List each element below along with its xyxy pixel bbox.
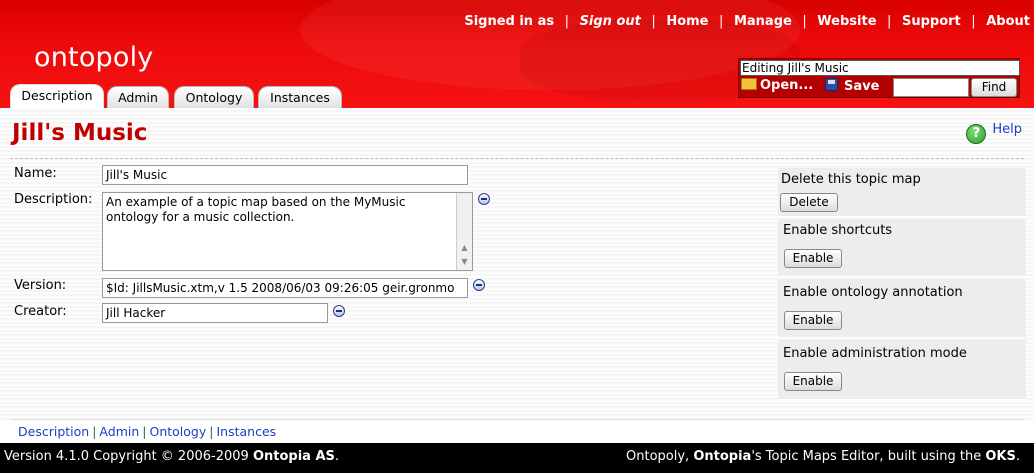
- footer-credits: Ontopoly, Ontopia's Topic Maps Editor, b…: [626, 449, 1020, 464]
- bottom-separator: |: [142, 424, 147, 439]
- remove-version-icon[interactable]: [473, 279, 485, 291]
- footer-end: .: [1015, 449, 1020, 464]
- footer-copyright: Version 4.1.0 Copyright © 2006-2009 Onto…: [4, 449, 339, 464]
- nav-separator: |: [802, 14, 807, 29]
- shortcuts-panel-title: Enable shortcuts: [783, 223, 893, 238]
- footer-period: .: [334, 449, 340, 464]
- save-disk-icon: [825, 78, 838, 91]
- creator-label: Creator:: [14, 304, 67, 319]
- editing-box: Editing Jill's Music Open... Save Find: [738, 58, 1020, 98]
- scroll-down-icon[interactable]: ▼: [457, 255, 472, 269]
- nav-separator: |: [719, 14, 724, 29]
- bottom-link-admin[interactable]: Admin: [99, 424, 139, 439]
- name-label: Name:: [14, 166, 57, 181]
- support-link[interactable]: Support: [902, 14, 961, 29]
- footer-mid-text: 's Topic Maps Editor, built using the: [751, 449, 986, 464]
- nav-separator: |: [564, 14, 570, 29]
- bottom-link-ontology[interactable]: Ontology: [149, 424, 206, 439]
- website-link[interactable]: Website: [817, 14, 876, 29]
- save-button[interactable]: Save: [825, 78, 879, 94]
- description-text: An example of a topic map based on the M…: [106, 195, 406, 224]
- delete-panel: Delete this topic map Delete: [778, 168, 1026, 217]
- open-button[interactable]: Open...: [741, 78, 813, 93]
- open-label: Open...: [760, 78, 814, 93]
- version-field[interactable]: $Id: JillsMusic.xtm,v 1.5 2008/06/03 09:…: [102, 278, 468, 298]
- admin-mode-panel-title: Enable administration mode: [783, 346, 967, 361]
- footer-version-text: Version 4.1.0 Copyright © 2006-2009: [4, 449, 249, 464]
- creator-field[interactable]: Jill Hacker: [102, 303, 328, 323]
- search-input[interactable]: [893, 78, 969, 97]
- main-content: Jill's Music ? Help Name: Jill's Music De…: [0, 108, 1034, 420]
- bottom-nav: Description | Admin | Ontology | Instances: [18, 424, 276, 439]
- bottom-link-description[interactable]: Description: [18, 424, 89, 439]
- scroll-up-icon[interactable]: ▲: [457, 241, 472, 255]
- bottom-link-instances[interactable]: Instances: [216, 424, 276, 439]
- editing-title: Editing Jill's Music: [740, 60, 1020, 76]
- nav-separator: |: [971, 14, 976, 29]
- tab-ontology[interactable]: Ontology: [174, 86, 254, 108]
- sign-out-link[interactable]: Sign out: [580, 14, 641, 29]
- annotation-panel-title: Enable ontology annotation: [783, 285, 963, 300]
- nav-separator: |: [651, 14, 656, 29]
- description-field[interactable]: An example of a topic map based on the M…: [102, 192, 473, 271]
- enable-admin-mode-button[interactable]: Enable: [784, 372, 842, 391]
- remove-description-icon[interactable]: [478, 193, 490, 205]
- save-label: Save: [844, 79, 880, 94]
- description-label: Description:: [14, 192, 93, 207]
- version-label: Version:: [14, 278, 67, 293]
- remove-creator-icon[interactable]: [333, 305, 345, 317]
- help-icon: ?: [966, 124, 987, 144]
- admin-mode-panel: Enable administration mode Enable: [778, 340, 1026, 400]
- divider: [10, 158, 1024, 159]
- enable-annotation-button[interactable]: Enable: [784, 311, 842, 330]
- top-nav: Signed in as | Sign out | Home | Manage …: [464, 14, 1030, 29]
- shortcuts-panel: Enable shortcuts Enable: [778, 219, 1026, 277]
- delete-panel-title: Delete this topic map: [781, 172, 921, 187]
- page-title: Jill's Music: [12, 120, 148, 146]
- delete-button[interactable]: Delete: [780, 193, 838, 212]
- footer: Version 4.1.0 Copyright © 2006-2009 Onto…: [0, 443, 1034, 473]
- footer-app-name: Ontopoly: [626, 449, 686, 464]
- enable-shortcuts-button[interactable]: Enable: [784, 249, 842, 268]
- tab-instances[interactable]: Instances: [258, 86, 342, 108]
- name-field[interactable]: Jill's Music: [102, 165, 468, 185]
- help-link[interactable]: ? Help: [966, 122, 1022, 144]
- find-button[interactable]: Find: [971, 78, 1017, 97]
- nav-separator: |: [887, 14, 892, 29]
- tab-admin[interactable]: Admin: [107, 86, 169, 108]
- footer-oks: OKS: [985, 449, 1016, 464]
- header-bar: ontopoly Signed in as | Sign out | Home …: [0, 0, 1034, 108]
- footer-brand: Ontopia: [693, 449, 752, 464]
- description-scrollbar[interactable]: ▲ ▼: [456, 193, 472, 270]
- help-label: Help: [992, 122, 1022, 137]
- app-logo[interactable]: ontopoly: [34, 42, 153, 73]
- signed-in-label: Signed in as: [464, 14, 555, 29]
- bottom-separator: |: [92, 424, 97, 439]
- bottom-nav-bar: Description | Admin | Ontology | Instances: [10, 419, 1024, 443]
- folder-icon: [741, 78, 757, 90]
- bottom-separator: |: [209, 424, 214, 439]
- annotation-panel: Enable ontology annotation Enable: [778, 279, 1026, 338]
- tab-description[interactable]: Description: [10, 84, 104, 108]
- about-link[interactable]: About: [986, 14, 1030, 29]
- footer-company: Ontopia AS: [252, 449, 335, 464]
- manage-link[interactable]: Manage: [734, 14, 792, 29]
- home-link[interactable]: Home: [666, 14, 708, 29]
